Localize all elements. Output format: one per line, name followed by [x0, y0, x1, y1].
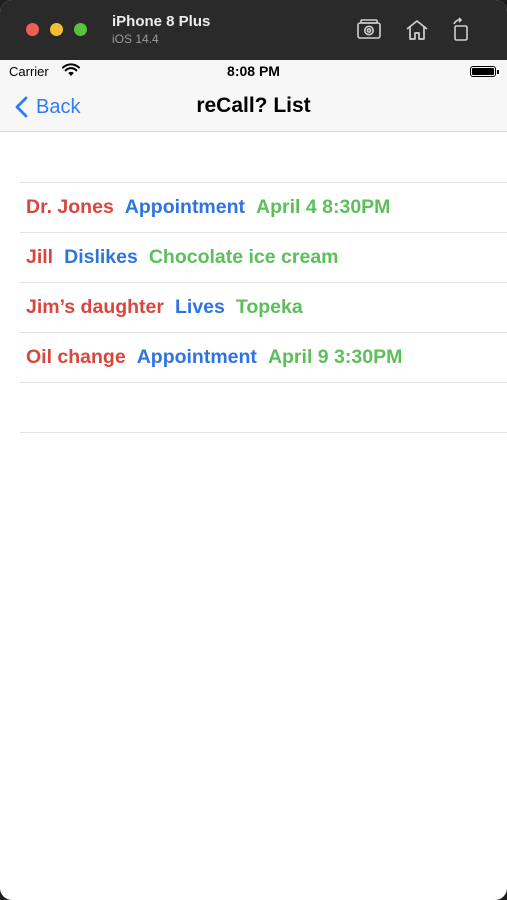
- device-os-version: iOS 14.4: [112, 32, 159, 46]
- item-detail: April 4 8:30PM: [256, 196, 391, 218]
- item-what: Appointment: [124, 196, 246, 218]
- simulator-window: iPhone 8 Plus iOS 14.4 Carrier 8:08 PM B…: [0, 0, 507, 900]
- home-icon[interactable]: [404, 17, 430, 43]
- item-who: Jim’s daughter: [26, 296, 164, 318]
- status-time: 8:08 PM: [227, 63, 280, 79]
- battery-icon: [470, 66, 499, 77]
- rotate-icon[interactable]: [448, 17, 474, 43]
- item-who: Jill: [26, 246, 54, 268]
- item-what: Appointment: [136, 346, 257, 368]
- device-name: iPhone 8 Plus: [112, 13, 211, 30]
- list-item[interactable]: Jim’s daughter Lives Topeka: [20, 282, 507, 332]
- item-detail: April 9 3:30PM: [267, 346, 403, 368]
- item-detail: Topeka: [235, 296, 303, 318]
- list-item[interactable]: Dr. Jones Appointment April 4 8:30PM: [20, 182, 507, 232]
- item-who: Dr. Jones: [26, 196, 114, 218]
- screenshot-icon[interactable]: [356, 17, 382, 43]
- page-title: reCall? List: [196, 94, 311, 117]
- simulator-titlebar: iPhone 8 Plus iOS 14.4: [0, 0, 507, 60]
- list-item[interactable]: Oil change Appointment April 9 3:30PM: [20, 332, 507, 382]
- empty-list-row: [20, 382, 507, 432]
- ios-status-bar: Carrier 8:08 PM: [0, 60, 507, 82]
- navigation-bar: Back reCall? List: [0, 82, 507, 132]
- minimize-window-button[interactable]: [50, 23, 63, 36]
- close-window-button[interactable]: [26, 23, 39, 36]
- item-what: Lives: [174, 296, 225, 318]
- item-what: Dislikes: [64, 246, 138, 268]
- list-item[interactable]: Jill Dislikes Chocolate ice cream: [20, 232, 507, 282]
- item-who: Oil change: [26, 346, 126, 368]
- item-detail: Chocolate ice cream: [148, 246, 339, 268]
- maximize-window-button[interactable]: [74, 23, 87, 36]
- list-divider: [20, 432, 507, 433]
